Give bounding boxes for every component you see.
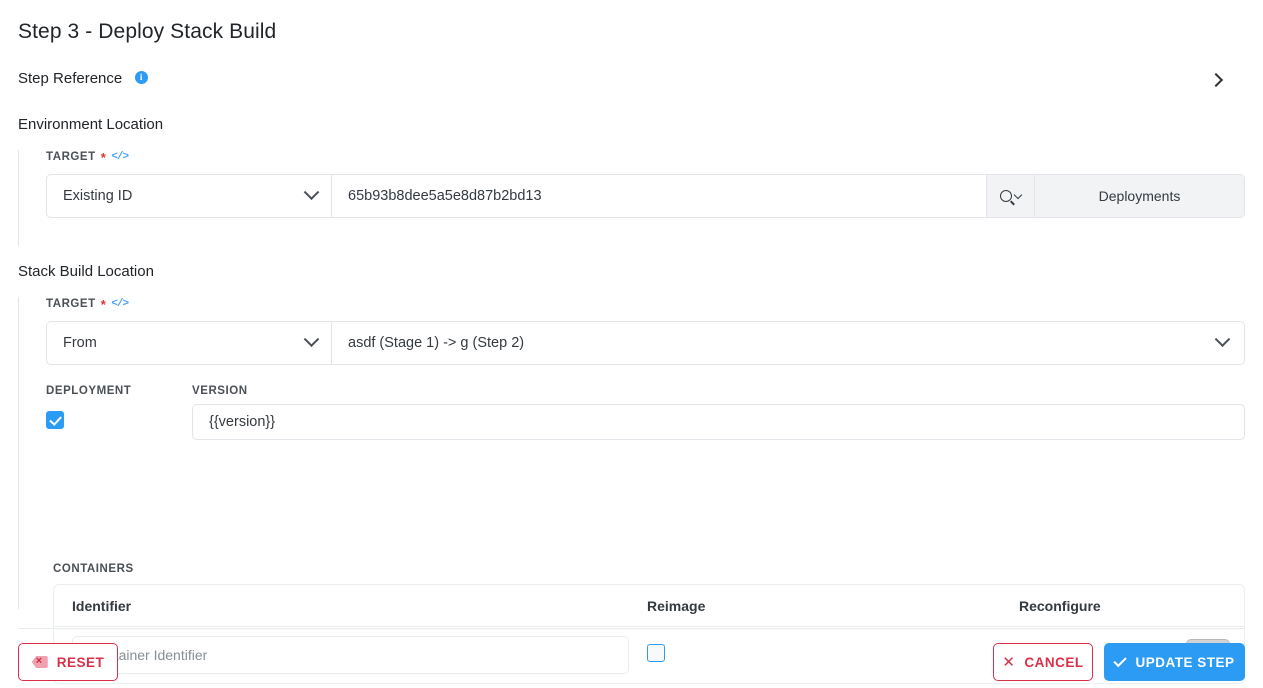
container-identifier-input[interactable]: Container Identifier — [72, 636, 629, 674]
cancel-button-label: Cancel — [1024, 654, 1084, 670]
reimage-checkbox[interactable] — [647, 643, 665, 662]
env-target-id-input[interactable]: 65b93b8dee5a5e8d87b2bd13 — [332, 175, 986, 217]
chevron-down-icon — [303, 183, 320, 200]
update-step-button[interactable]: Update Step — [1104, 643, 1245, 681]
column-header-reconfigure: Reconfigure — [1019, 597, 1101, 614]
version-input[interactable]: {{version}} — [192, 404, 1245, 440]
env-target-label-text: TARGET — [46, 150, 96, 163]
step-editor-page: Step 3 - Deploy Stack Build Step Referen… — [0, 0, 1263, 688]
step-reference-label: Step Reference — [18, 70, 123, 88]
environment-location-panel: TARGET * </> Existing ID 65b93b8dee5a5e8… — [18, 150, 1245, 246]
required-asterisk-icon: * — [100, 297, 107, 312]
reset-button[interactable]: Reset — [18, 643, 118, 681]
cancel-button[interactable]: ✕ Cancel — [993, 643, 1093, 681]
tag-x-icon — [31, 656, 48, 668]
page-title: Step 3 - Deploy Stack Build — [18, 20, 277, 43]
env-target-mode-select[interactable]: Existing ID — [47, 175, 332, 217]
sbl-target-source-value[interactable]: asdf (Stage 1) -> g (Step 2) — [332, 322, 1200, 364]
environment-location-heading: Environment Location — [18, 116, 164, 133]
sbl-target-mode-select[interactable]: From — [47, 322, 332, 364]
update-step-button-label: Update Step — [1135, 654, 1235, 670]
sbl-target-label-text: TARGET — [46, 297, 96, 310]
stack-build-location-heading: Stack Build Location — [18, 263, 154, 280]
env-target-label: TARGET * </> — [46, 150, 1245, 165]
deployment-checkbox[interactable] — [46, 411, 64, 429]
chevron-down-icon — [1013, 190, 1023, 200]
chevron-down-icon — [1214, 330, 1230, 347]
column-header-identifier: Identifier — [72, 597, 132, 614]
chevron-down-icon — [303, 330, 320, 347]
info-icon[interactable] — [134, 70, 148, 85]
step-reference-row[interactable]: Step Reference — [18, 70, 1245, 94]
sbl-target-source-dropdown-button[interactable] — [1200, 322, 1244, 364]
stack-build-location-panel: TARGET * </> From asdf (Stage 1) -> g (S… — [18, 297, 1245, 684]
code-icon[interactable]: </> — [111, 151, 129, 163]
column-header-reimage: Reimage — [647, 597, 706, 614]
deployment-label: DEPLOYMENT — [46, 385, 132, 397]
container-reimage-cell — [647, 643, 1019, 667]
version-label: VERSION — [192, 385, 248, 397]
sbl-target-label: TARGET * </> — [46, 297, 1245, 312]
check-icon — [1113, 653, 1128, 667]
env-target-mode-value: Existing ID — [63, 188, 133, 204]
env-target-deployments-button[interactable]: Deployments — [1034, 175, 1244, 217]
code-icon[interactable]: </> — [111, 298, 129, 310]
container-identifier-cell: Container Identifier — [54, 636, 647, 674]
chevron-right-icon[interactable] — [1209, 70, 1225, 94]
env-target-input-group: Existing ID 65b93b8dee5a5e8d87b2bd13 Dep… — [46, 174, 1245, 218]
containers-table-header: Identifier Reimage Reconfigure — [54, 585, 1244, 627]
sbl-target-mode-value: From — [63, 335, 97, 351]
sbl-target-input-group: From asdf (Stage 1) -> g (Step 2) — [46, 321, 1245, 365]
required-asterisk-icon: * — [100, 150, 107, 165]
reset-button-label: Reset — [56, 654, 105, 670]
search-icon — [1000, 190, 1012, 202]
env-target-search-button[interactable] — [986, 175, 1034, 217]
footer-divider — [18, 628, 1245, 629]
containers-label: CONTAINERS — [53, 563, 134, 575]
deployment-checkbox-wrap — [46, 411, 64, 434]
close-icon: ✕ — [1002, 653, 1016, 671]
